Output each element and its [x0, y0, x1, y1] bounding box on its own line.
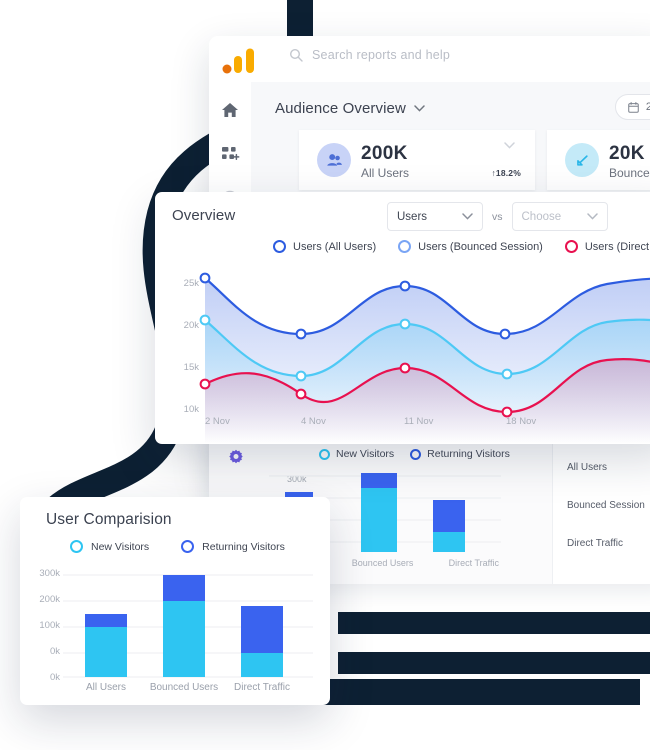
- date-range-picker[interactable]: 2 Novemb: [614, 94, 650, 120]
- date-range-label: 2 Novemb: [645, 101, 650, 113]
- legend-item-direct-traffic[interactable]: Users (Direct Traffic): [564, 240, 650, 253]
- legend-label: Users (Bounced Session): [418, 240, 543, 253]
- legend-marker-icon: [564, 240, 578, 253]
- x-label: Direct Traffic: [448, 558, 499, 568]
- metric-card-all-users[interactable]: 200K All Users ↑18.2%: [299, 130, 535, 190]
- x-tick: 4 Nov: [301, 416, 326, 427]
- x-tick: Direct Traffic: [234, 682, 290, 693]
- list-item[interactable]: Bounced Session: [567, 500, 645, 511]
- select-placeholder: Choose: [521, 210, 562, 223]
- metric-value: 20K: [609, 143, 645, 164]
- gear-icon[interactable]: [228, 449, 244, 465]
- metric-label: All Users: [361, 166, 410, 180]
- y-tick: 100k: [39, 620, 60, 631]
- legend-marker-icon: [398, 240, 412, 253]
- user-comparison-bar-chart: [63, 574, 313, 678]
- list-item[interactable]: All Users: [567, 462, 607, 473]
- x-tick: Bounced Users: [149, 682, 219, 693]
- legend-label: Returning Visitors: [427, 448, 510, 460]
- metric-selectors: Users vs Choose: [387, 202, 608, 231]
- customization-icon[interactable]: [220, 144, 240, 164]
- y-tick: 300k: [39, 568, 60, 579]
- card-title: User Comparision: [46, 511, 172, 528]
- delta-value: 18.2%: [495, 168, 521, 178]
- legend-item-bounced-session[interactable]: Users (Bounced Session): [398, 240, 543, 253]
- search-icon: [289, 48, 303, 62]
- x-tick: 11 Nov: [404, 416, 434, 427]
- legend-label: Users (All Users): [293, 240, 377, 253]
- y-tick: 0k: [49, 646, 60, 657]
- background-chart-x-labels: rs Bounced Users Direct Traffic: [309, 558, 499, 568]
- x-label: Bounced Users: [351, 558, 414, 568]
- metric-value: 200K: [361, 143, 408, 164]
- chevron-down-icon: [586, 213, 598, 220]
- legend-item-returning-visitors[interactable]: Returning Visitors: [410, 448, 510, 460]
- overview-legend: Users (All Users) Users (Bounced Session…: [273, 240, 650, 253]
- segment-list: All Users Bounced Session Direct Traffic: [553, 436, 650, 584]
- search-bar[interactable]: Search reports and help: [289, 48, 450, 62]
- legend-label: Returning Visitors: [202, 540, 285, 553]
- panel-title: Overview: [172, 207, 236, 224]
- legend-marker-icon: [410, 448, 422, 460]
- select-secondary-metric[interactable]: Choose: [511, 202, 608, 231]
- legend-label: New Visitors: [336, 448, 395, 460]
- analytics-topbar: Search reports and help: [209, 36, 650, 82]
- legend-marker-icon: [273, 240, 286, 253]
- background-chart-legend: New Visitors Returning Visitors: [319, 448, 510, 460]
- chevron-down-icon[interactable]: [504, 142, 515, 149]
- chevron-down-icon: [462, 213, 473, 220]
- user-comparison-legend: New Visitors Returning Visitors: [70, 540, 285, 553]
- metric-card-bounced-session[interactable]: 20K Bounced Session: [547, 130, 650, 190]
- select-value: Users: [397, 210, 428, 223]
- legend-item-new-visitors[interactable]: New Visitors: [319, 448, 394, 460]
- overview-panel: Overview Users vs Choose Users (All User…: [155, 192, 650, 444]
- chevron-down-icon[interactable]: [414, 105, 425, 112]
- legend-label: New Visitors: [91, 540, 150, 553]
- legend-item-returning-visitors[interactable]: Returning Visitors: [181, 540, 285, 553]
- users-icon: [317, 143, 351, 177]
- metric-delta: ↑18.2%: [491, 168, 521, 178]
- x-tick: 2 Nov: [205, 416, 230, 427]
- x-tick: All Users: [85, 682, 127, 693]
- user-comparison-card: User Comparision New Visitors Returning …: [20, 497, 330, 705]
- legend-marker-icon: [70, 540, 83, 553]
- metric-label: Bounced Session: [609, 166, 650, 180]
- search-input-placeholder[interactable]: Search reports and help: [312, 48, 450, 62]
- trend-down-icon: [565, 143, 599, 177]
- legend-label: Users (Direct Traffic): [584, 240, 650, 253]
- screenshot-root: Search reports and help Audience Overvie…: [0, 0, 650, 750]
- legend-item-new-visitors[interactable]: New Visitors: [70, 540, 149, 553]
- y-tick: 200k: [39, 594, 60, 605]
- legend-marker-icon: [319, 448, 330, 460]
- legend-marker-icon: [181, 540, 195, 553]
- calendar-icon: [628, 101, 639, 113]
- vs-label: vs: [492, 210, 503, 223]
- page-title-text: Audience Overview: [275, 100, 406, 117]
- select-primary-metric[interactable]: Users: [387, 202, 483, 231]
- x-tick: 18 Nov: [506, 416, 537, 427]
- y-tick: 0k: [49, 672, 60, 683]
- legend-item-all-users[interactable]: Users (All Users): [273, 240, 376, 253]
- google-analytics-logo: [222, 48, 254, 74]
- page-title[interactable]: Audience Overview: [275, 100, 425, 117]
- home-icon[interactable]: [220, 100, 240, 120]
- list-item[interactable]: Direct Traffic: [567, 538, 623, 549]
